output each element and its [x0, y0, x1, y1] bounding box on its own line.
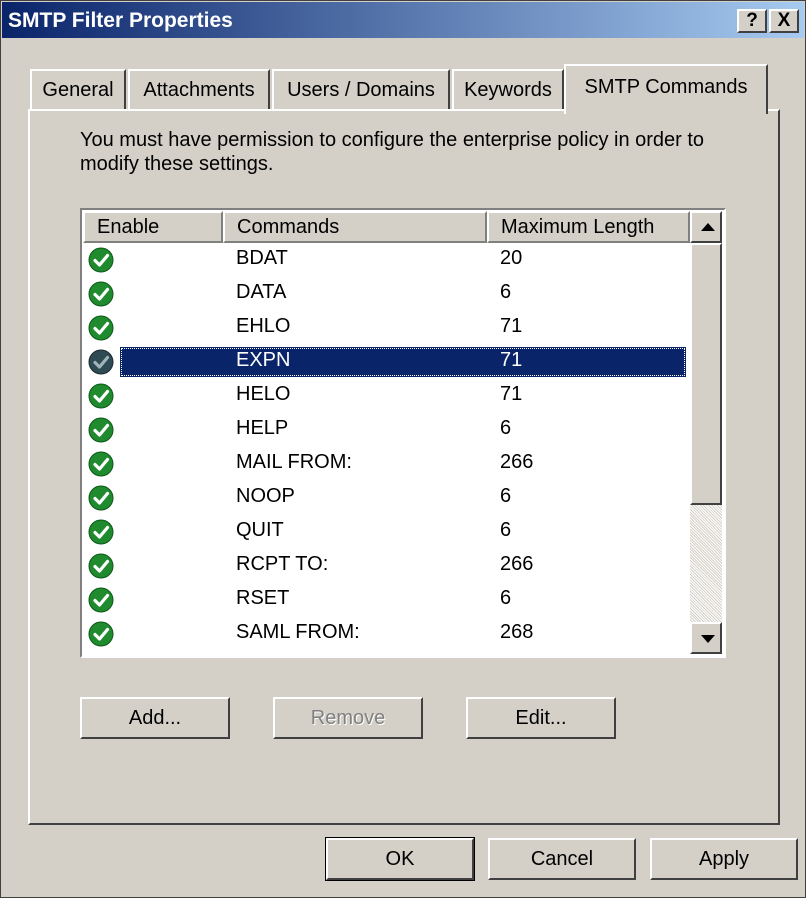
table-row[interactable]: RSET 6 [82, 583, 686, 617]
green-check-circle-icon[interactable] [88, 587, 114, 613]
tab-label: Users / Domains [287, 79, 435, 101]
tab-label: Keywords [464, 79, 552, 101]
max-length-cell: 6 [500, 417, 512, 439]
green-check-circle-icon[interactable] [88, 621, 114, 647]
table-row[interactable]: SAML FROM: 268 [82, 617, 686, 651]
max-length-cell: 6 [500, 587, 512, 609]
column-header-label: Maximum Length [501, 216, 655, 238]
max-length-cell: 266 [500, 451, 534, 473]
help-button[interactable]: ? [737, 9, 767, 33]
max-length-cell: 6 [500, 519, 512, 541]
max-length-cell: 6 [500, 281, 512, 303]
smtp-commands-list[interactable]: Enable Commands Maximum Length BDAT 20 DAT… [80, 208, 726, 658]
table-row[interactable]: HELP 6 [82, 413, 686, 447]
max-length-cell: 71 [500, 349, 523, 371]
vertical-scrollbar[interactable] [690, 211, 722, 654]
remove-button[interactable]: Remove [273, 697, 423, 739]
max-length-cell: 20 [500, 247, 523, 269]
green-check-circle-icon[interactable] [88, 553, 114, 579]
scroll-down-arrow-icon [701, 635, 715, 643]
tab-label: SMTP Commands [584, 76, 748, 98]
title-bar[interactable]: SMTP Filter Properties ? X [2, 2, 804, 38]
green-check-circle-icon[interactable] [88, 247, 114, 273]
table-row[interactable]: DATA 6 [82, 277, 686, 311]
column-header-label: Commands [237, 216, 340, 238]
command-cell: QUIT [236, 519, 284, 541]
green-check-circle-icon[interactable] [88, 383, 114, 409]
table-row[interactable]: HELO 71 [82, 379, 686, 413]
permission-info-text: You must have permission to configure th… [80, 129, 705, 175]
cancel-button-label: Cancel [530, 848, 594, 870]
green-check-circle-icon[interactable] [88, 349, 114, 375]
close-icon: X [777, 10, 791, 31]
remove-button-label: Remove [310, 707, 386, 729]
apply-button[interactable]: Apply [650, 838, 798, 880]
table-row[interactable]: BDAT 20 [82, 243, 686, 277]
command-cell: SAML FROM: [236, 621, 360, 643]
max-length-cell: 266 [500, 553, 534, 575]
table-row[interactable]: EHLO 71 [82, 311, 686, 345]
edit-button-label: Edit... [515, 707, 567, 729]
tab-smtp-commands[interactable]: SMTP Commands [564, 64, 768, 114]
table-row[interactable]: NOOP 6 [82, 481, 686, 515]
scroll-up-button[interactable] [690, 211, 722, 243]
help-icon: ? [746, 10, 758, 31]
command-cell: BDAT [236, 247, 288, 269]
green-check-circle-icon[interactable] [88, 417, 114, 443]
scroll-up-arrow-icon [701, 223, 715, 231]
tab-general[interactable]: General [30, 69, 126, 111]
max-length-cell: 71 [500, 383, 523, 405]
window-title: SMTP Filter Properties [8, 9, 233, 32]
selection-highlight [120, 347, 686, 377]
max-length-cell: 6 [500, 485, 512, 507]
apply-button-label: Apply [698, 848, 750, 870]
table-row[interactable]: RCPT TO: 266 [82, 549, 686, 583]
column-header-label: Enable [97, 216, 160, 238]
command-cell: HELP [236, 417, 289, 439]
edit-button[interactable]: Edit... [466, 697, 616, 739]
table-row[interactable]: EXPN 71 [82, 345, 686, 379]
ok-button[interactable]: OK [325, 837, 475, 881]
command-cell: RCPT TO: [236, 553, 329, 575]
column-header-enable[interactable]: Enable [83, 211, 223, 243]
green-check-circle-icon[interactable] [88, 485, 114, 511]
green-check-circle-icon[interactable] [88, 451, 114, 477]
scroll-thumb[interactable] [690, 243, 722, 505]
command-cell: HELO [236, 383, 291, 405]
command-cell: RSET [236, 587, 290, 609]
add-button-label: Add... [128, 707, 182, 729]
command-cell: EXPN [236, 349, 291, 371]
tab-users-domains[interactable]: Users / Domains [272, 69, 450, 111]
tab-label: Attachments [143, 79, 255, 101]
green-check-circle-icon[interactable] [88, 281, 114, 307]
add-button[interactable]: Add... [80, 697, 230, 739]
green-check-circle-icon[interactable] [88, 315, 114, 341]
table-row[interactable]: QUIT 6 [82, 515, 686, 549]
smtp-filter-properties-dialog: SMTP Filter Properties ? X General Attac… [0, 0, 806, 898]
tab-keywords[interactable]: Keywords [452, 69, 564, 111]
command-cell: EHLO [236, 315, 291, 337]
command-cell: NOOP [236, 485, 295, 507]
green-check-circle-icon[interactable] [88, 519, 114, 545]
cancel-button[interactable]: Cancel [488, 838, 636, 880]
close-button[interactable]: X [769, 9, 799, 33]
tab-label: General [42, 79, 114, 101]
tab-attachments[interactable]: Attachments [128, 69, 270, 111]
table-row[interactable]: MAIL FROM: 266 [82, 447, 686, 481]
column-header-maximum-length[interactable]: Maximum Length [487, 211, 690, 243]
command-cell: MAIL FROM: [236, 451, 352, 473]
max-length-cell: 268 [500, 621, 534, 643]
command-cell: DATA [236, 281, 287, 303]
column-header-commands[interactable]: Commands [223, 211, 487, 243]
ok-button-label: OK [385, 848, 415, 870]
max-length-cell: 71 [500, 315, 523, 337]
scroll-down-button[interactable] [690, 622, 722, 654]
